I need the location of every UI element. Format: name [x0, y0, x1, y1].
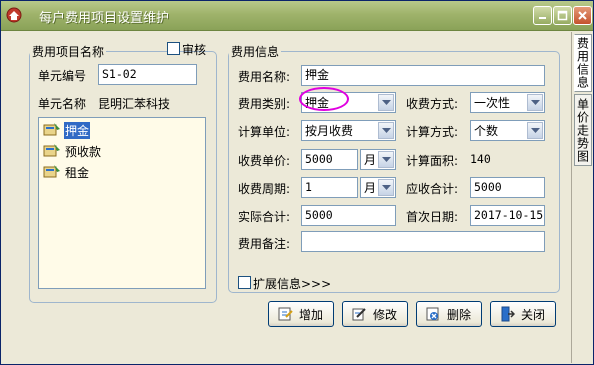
delete-button[interactable]: 删除 [416, 301, 482, 327]
calc-mode-select[interactable]: 个数 [470, 120, 545, 141]
unit-price-field[interactable]: 5000 [301, 149, 358, 170]
add-button[interactable]: 增加 [268, 301, 334, 327]
window-title: 每户费用项目设置维护 [39, 11, 170, 26]
unit-price-label: 收费单价: [238, 154, 291, 168]
unit-name-value: 昆明汇苯科技 [98, 97, 171, 111]
tab-fee-info[interactable]: 费用信息 [574, 34, 592, 92]
actual-field[interactable]: 5000 [301, 205, 396, 226]
extend-label[interactable]: 扩展信息>>> [253, 275, 331, 292]
close-icon [578, 11, 587, 20]
item-icon [43, 165, 60, 178]
app-icon [6, 7, 22, 23]
add-icon [278, 307, 293, 321]
fee-name-field[interactable]: 押金 [301, 65, 545, 86]
tab-price-trend[interactable]: 单价走势图 [574, 94, 592, 166]
calc-mode-label: 计算方式: [406, 125, 459, 139]
close-button[interactable]: 关闭 [490, 301, 556, 327]
chevron-down-icon[interactable] [378, 122, 394, 139]
side-tab-strip: 费用信息 单价走势图 [571, 32, 593, 363]
list-item[interactable]: 预收款 [43, 142, 102, 160]
actual-label: 实际合计: [238, 210, 291, 224]
item-icon [43, 144, 60, 157]
audit-label: 审核 [182, 43, 207, 57]
unit-name-label: 单元名称 [38, 97, 87, 111]
fee-item-list[interactable]: 押金 预收款 租金 [38, 117, 206, 289]
calc-unit-select[interactable]: 按月收费 [301, 120, 396, 141]
audit-checkbox[interactable] [167, 42, 180, 55]
unit-no-field[interactable]: S1-02 [98, 64, 197, 85]
annotation-circle [299, 87, 349, 111]
area-value: 140 [470, 152, 491, 166]
fee-item-legend: 费用项目名称 [32, 45, 105, 59]
delete-icon [426, 307, 439, 321]
calc-unit-value: 按月收费 [305, 124, 354, 138]
calc-unit-label: 计算单位: [238, 125, 291, 139]
minimize-icon [539, 17, 546, 19]
first-date-field[interactable]: 2017-10-15 [470, 205, 545, 226]
extend-checkbox[interactable] [238, 276, 251, 289]
unit-no-label: 单元编号 [38, 69, 87, 83]
minimize-button[interactable] [533, 6, 552, 25]
remark-field[interactable] [301, 231, 545, 252]
period-field[interactable]: 1 [301, 177, 358, 198]
edit-icon [352, 308, 366, 321]
unit-price-period-value: 月 [364, 153, 377, 167]
chevron-down-icon[interactable] [378, 94, 394, 111]
maximize-button[interactable] [553, 6, 572, 25]
chevron-down-icon[interactable] [378, 179, 394, 196]
exit-icon [501, 306, 515, 322]
add-label: 增加 [299, 307, 324, 322]
first-date-label: 首次日期: [406, 210, 459, 224]
client-area: 费用项目名称 审核 单元编号 S1-02 单元名称 昆明汇苯科技 押金 预收款 [4, 32, 570, 363]
fee-info-legend: 费用信息 [231, 45, 280, 59]
chevron-down-icon[interactable] [527, 94, 543, 111]
remark-label: 费用备注: [238, 237, 291, 251]
fee-name-label: 费用名称: [238, 70, 291, 84]
fee-type-label: 费用类别: [238, 97, 291, 111]
delete-label: 删除 [447, 307, 472, 322]
period-unit-select[interactable]: 月 [360, 177, 396, 198]
collect-mode-select[interactable]: 一次性 [470, 92, 545, 113]
close-label: 关闭 [521, 307, 546, 322]
area-label: 计算面积: [406, 154, 459, 168]
item-icon [43, 123, 60, 136]
calc-mode-value: 个数 [474, 124, 499, 138]
list-item[interactable]: 租金 [43, 163, 90, 181]
edit-label: 修改 [373, 307, 398, 322]
receivable-field[interactable]: 5000 [470, 177, 545, 198]
chevron-down-icon[interactable] [378, 151, 394, 168]
list-item[interactable]: 押金 [43, 121, 91, 139]
unit-price-period-select[interactable]: 月 [360, 149, 396, 170]
title-bar[interactable]: 每户费用项目设置维护 [1, 1, 593, 31]
chevron-down-icon[interactable] [527, 122, 543, 139]
collect-mode-label: 收费方式: [406, 97, 459, 111]
close-window-button[interactable] [573, 6, 592, 25]
period-label: 收费周期: [238, 182, 291, 196]
maximize-icon [557, 10, 568, 21]
collect-mode-value: 一次性 [474, 96, 511, 110]
period-unit-value: 月 [364, 181, 377, 195]
main-window: 每户费用项目设置维护 费用项目名称 审核 单元编号 S1-02 单元名称 昆明汇… [0, 0, 594, 365]
receivable-label: 应收合计: [406, 182, 459, 196]
edit-button[interactable]: 修改 [342, 301, 408, 327]
